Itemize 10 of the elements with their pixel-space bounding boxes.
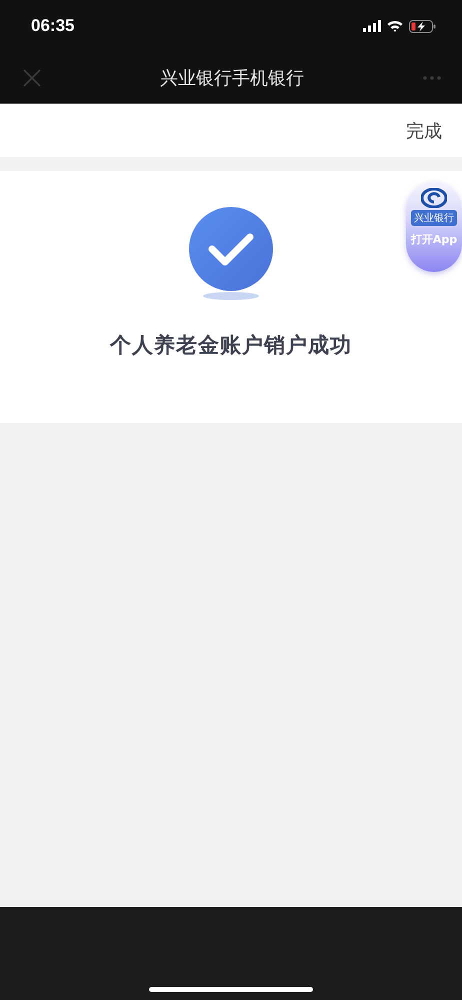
close-icon [22,68,42,88]
more-icon [422,74,442,80]
status-time: 06:35 [31,16,74,36]
window-title: 兴业银行手机银行 [160,66,304,90]
battery-charging-icon [409,20,436,32]
done-button[interactable]: 完成 [406,118,442,142]
signal-icon [363,20,381,32]
result-message: 个人养老金账户销户成功 [110,332,352,359]
bank-logo-icon [421,188,447,208]
wifi-icon [387,20,403,32]
